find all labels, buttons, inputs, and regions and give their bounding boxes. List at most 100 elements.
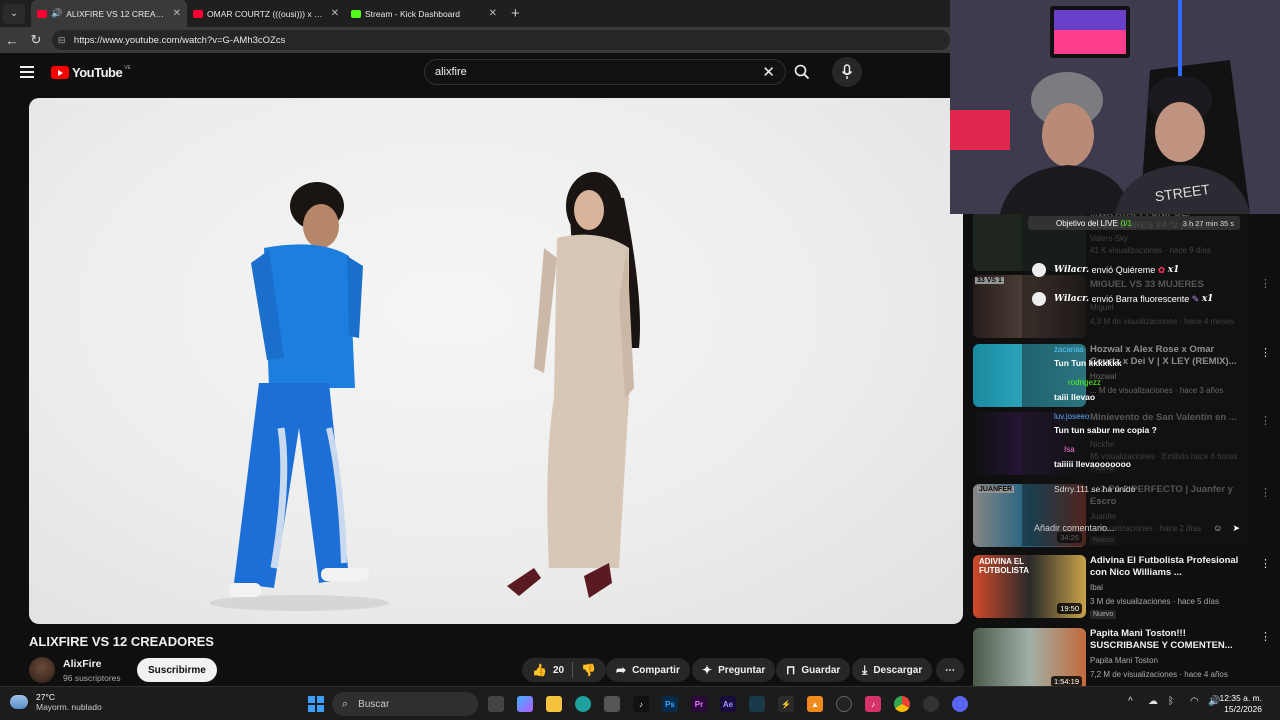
- address-bar-row: ← ↻ ⊟ https://www.youtube.com/watch?v=G-…: [0, 27, 951, 53]
- channel-name[interactable]: AlixFire: [63, 658, 102, 670]
- chat-comment-input[interactable]: Añadir comentario... ☺ ➤: [1026, 516, 1244, 540]
- close-tab-icon[interactable]: ✕: [483, 8, 497, 19]
- more-options-icon[interactable]: ⋮: [1260, 277, 1271, 290]
- send-icon[interactable]: ➤: [1232, 523, 1240, 534]
- new-tab-icon[interactable]: +: [511, 5, 520, 22]
- more-options-icon[interactable]: ⋮: [1260, 630, 1271, 643]
- bluetooth-icon[interactable]: ᛒ: [1168, 696, 1174, 707]
- chat-username[interactable]: luv.joseeo: [1054, 412, 1089, 421]
- chat-username[interactable]: rodrigezz: [1068, 378, 1101, 387]
- shadow: [209, 595, 389, 611]
- chat-message: taiii llevao: [1054, 392, 1096, 402]
- more-options-icon[interactable]: ⋮: [1260, 486, 1271, 499]
- gift-message: Wilacr. envió Barra fluorescente ✎ x1: [1032, 292, 1213, 306]
- wifi-icon[interactable]: ◠: [1190, 696, 1199, 707]
- download-button[interactable]: ⤓ Descargar: [852, 658, 933, 682]
- close-tab-icon[interactable]: ✕: [325, 8, 339, 19]
- photoshop-icon[interactable]: Ps: [662, 696, 678, 712]
- reload-icon[interactable]: ↻: [24, 32, 48, 48]
- emoji-icon[interactable]: ☺: [1213, 523, 1222, 533]
- capcut-icon[interactable]: [749, 696, 765, 712]
- related-video-item[interactable]: ADIVINA EL FUTBOLISTA 19:50 Adivina El F…: [973, 555, 1273, 619]
- chat-username[interactable]: zacarias: [1054, 345, 1084, 354]
- subscribe-button[interactable]: Suscribirme: [137, 658, 217, 682]
- tab-kick-dashboard[interactable]: Stream - Kick Dashboard ✕: [345, 0, 503, 27]
- more-options-icon[interactable]: ⋮: [1260, 557, 1271, 570]
- chat-message: taiiiii llevaooooooo: [1054, 459, 1131, 469]
- store-icon[interactable]: [604, 696, 620, 712]
- hamburger-menu-icon[interactable]: [20, 66, 34, 78]
- subscriber-count: 96 suscriptores: [63, 673, 121, 683]
- tab-youtube-video[interactable]: 🔊 ALIXFIRE VS 12 CREADORES ✕: [31, 0, 187, 27]
- after-effects-icon[interactable]: Ae: [720, 696, 736, 712]
- obs-icon[interactable]: [836, 696, 852, 712]
- download-icon: ⤓: [862, 662, 868, 677]
- more-options-icon[interactable]: ⋮: [1260, 346, 1271, 359]
- search-button[interactable]: [786, 59, 818, 85]
- thumbs-up-icon[interactable]: 👍: [532, 663, 547, 677]
- url-field[interactable]: ⊟ https://www.youtube.com/watch?v=G-AMh3…: [51, 30, 951, 50]
- chevron-up-icon[interactable]: ^: [1128, 696, 1133, 707]
- tiktok-icon[interactable]: ♪: [633, 696, 649, 712]
- app-icon[interactable]: ⚡: [778, 696, 794, 712]
- close-tab-icon[interactable]: ✕: [167, 8, 181, 19]
- taskbar-search[interactable]: ⌕ Buscar: [332, 692, 478, 716]
- user-avatar: [1032, 263, 1046, 277]
- discord-icon[interactable]: [952, 696, 968, 712]
- chrome-icon[interactable]: [894, 696, 910, 712]
- copilot-icon[interactable]: [517, 696, 533, 712]
- woman-figure: [507, 172, 640, 598]
- join-notice: Sdrry.111 se ha unido: [1054, 484, 1136, 494]
- search-icon: [794, 64, 810, 80]
- premiere-icon[interactable]: Pr: [691, 696, 707, 712]
- youtube-logo[interactable]: YouTube VE: [51, 65, 131, 80]
- video-player[interactable]: [29, 98, 963, 624]
- related-video-item[interactable]: 1:54:19 Papita Mani Toston!!! SUSCRIBANS…: [973, 628, 1273, 686]
- speaker-icon: 🔊: [51, 8, 63, 18]
- clear-search-icon[interactable]: ✕: [762, 63, 775, 81]
- task-view-icon[interactable]: [488, 696, 504, 712]
- voice-search-button[interactable]: [832, 57, 862, 87]
- search-input[interactable]: [435, 66, 755, 78]
- tiktok-live-icon[interactable]: ♪: [865, 696, 881, 712]
- file-explorer-icon[interactable]: [546, 696, 562, 712]
- weather-widget[interactable]: 27°C Mayorm. nublado: [10, 692, 102, 712]
- man-figure: [229, 182, 369, 597]
- search-box: ✕: [424, 59, 786, 85]
- save-button[interactable]: ⊓ Guardar: [776, 658, 851, 682]
- more-options-icon[interactable]: ⋮: [1260, 414, 1271, 427]
- youtube-play-icon: [51, 66, 69, 79]
- like-dislike-group: 👍 20 👎: [522, 658, 607, 682]
- gift-message: Wilacr. envió Quiéreme ✿ x1: [1032, 263, 1179, 277]
- channel-avatar[interactable]: [29, 657, 55, 683]
- system-clock[interactable]: 12:35 a. m. 15/2/2026: [1219, 693, 1262, 715]
- youtube-header: YouTube VE ✕: [0, 53, 950, 93]
- edge-icon[interactable]: [575, 696, 591, 712]
- video-thumbnail[interactable]: ADIVINA EL FUTBOLISTA 19:50: [973, 555, 1086, 618]
- back-arrow-icon[interactable]: ←: [0, 33, 24, 48]
- share-button[interactable]: ➦ Compartir: [606, 658, 690, 682]
- site-info-icon[interactable]: ⊟: [58, 35, 70, 46]
- chat-username[interactable]: Isa: [1064, 445, 1075, 454]
- ellipsis-icon: ⋯: [945, 664, 955, 676]
- like-count[interactable]: 20: [553, 665, 564, 676]
- thumbs-down-icon[interactable]: 👎: [581, 663, 596, 677]
- chat-message: Tun Tun kkkkkkk: [1054, 358, 1122, 368]
- app-icon[interactable]: [923, 696, 939, 712]
- microphone-icon: [841, 64, 853, 79]
- cloud-sync-icon[interactable]: ☁: [1148, 696, 1158, 707]
- video-thumbnail[interactable]: 1:54:19: [973, 628, 1086, 686]
- tab-omar-courtz[interactable]: OMAR COURTZ (((ousi))) x KARBeat ✕: [187, 0, 345, 27]
- ask-button[interactable]: ✦ Preguntar: [692, 658, 776, 682]
- live-goal-bar: Objetivo del LIVE 0/1 3 h 27 min 35 s: [1028, 216, 1240, 230]
- glowstick-gift-icon: ✎: [1191, 293, 1200, 304]
- sparkle-icon: ✦: [702, 663, 713, 677]
- windows-start-icon[interactable]: [308, 696, 324, 712]
- user-avatar: [1032, 292, 1046, 306]
- more-actions-button[interactable]: ⋯: [936, 658, 964, 682]
- stream-chat-overlay: Objetivo del LIVE 0/1 3 h 27 min 35 s Wi…: [1022, 214, 1247, 546]
- tab-list-button[interactable]: ⌄: [3, 3, 25, 24]
- webcam-frame: STREET: [950, 0, 1280, 214]
- windows-taskbar: 27°C Mayorm. nublado ⌕ Buscar ♪ Ps Pr Ae…: [0, 686, 1280, 720]
- vlc-icon[interactable]: ▲: [807, 696, 823, 712]
